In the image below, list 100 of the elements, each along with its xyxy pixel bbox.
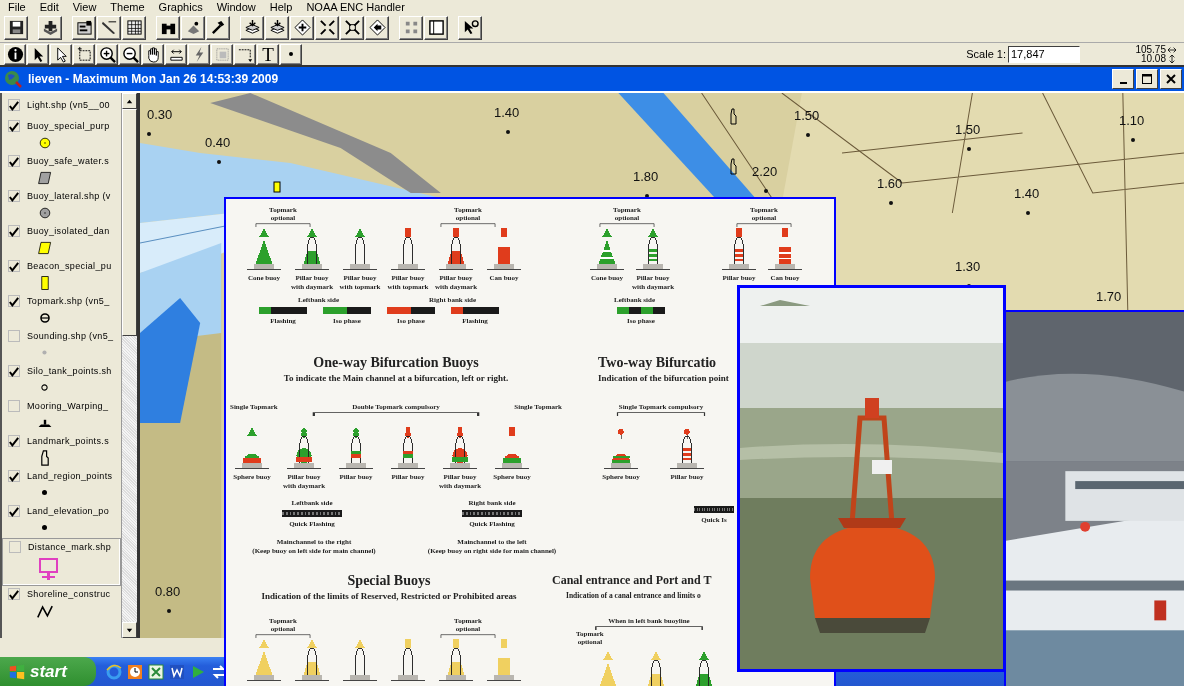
minimize-icon [1119, 82, 1127, 84]
legend-item[interactable]: Light.shp (vn5__00 [2, 97, 121, 118]
coordinate-readout: 10.08 [1140, 54, 1166, 63]
menu-item[interactable]: File [0, 1, 33, 13]
browser-icon[interactable] [106, 663, 122, 680]
buoy-marker-icon [272, 181, 282, 193]
legend-item[interactable]: Shoreline_construc [2, 586, 121, 621]
tool-button[interactable] [50, 43, 72, 65]
scroll-down-button[interactable] [122, 622, 137, 638]
section-subtitle: Indication of the limits of Reserved, Restricted or Prohibited areas [261, 591, 517, 601]
checkbox[interactable] [8, 295, 20, 307]
checkbox[interactable] [9, 541, 21, 553]
tool-button[interactable] [73, 43, 95, 65]
menu-item[interactable]: Graphics [151, 1, 210, 13]
menu-item[interactable]: Theme [103, 1, 152, 13]
tool-button[interactable] [96, 43, 118, 65]
legend-item[interactable]: Silo_tank_points.sh [2, 363, 121, 398]
toolbar-button[interactable] [365, 15, 389, 40]
checkbox[interactable] [8, 120, 20, 132]
toolbar-button[interactable] [72, 15, 96, 40]
toolbar-button[interactable] [315, 15, 339, 40]
tool-button[interactable] [211, 43, 233, 65]
minimize-button[interactable] [1112, 69, 1134, 89]
checkbox[interactable] [8, 470, 20, 482]
checkbox[interactable] [8, 330, 20, 342]
maximize-button[interactable] [1136, 69, 1158, 89]
toolbar-button[interactable] [265, 15, 289, 40]
document-icon[interactable] [169, 663, 185, 680]
menu-item[interactable]: Edit [32, 1, 66, 13]
layer-name: Landmark_points.s [27, 436, 109, 446]
scrollbar[interactable] [121, 93, 137, 638]
text-tool-button[interactable]: T [257, 43, 279, 65]
checkbox[interactable] [8, 400, 20, 412]
toolbar-button[interactable] [399, 15, 423, 40]
scale-field[interactable]: 17,847 [1008, 45, 1080, 63]
toolbar-button[interactable] [4, 15, 28, 40]
tool-button[interactable] [280, 43, 302, 65]
legend-item[interactable]: Buoy_safe_water.s [2, 153, 121, 188]
properties-icon [75, 19, 93, 36]
toolbar-button[interactable] [290, 15, 314, 40]
arrows-icon[interactable] [211, 663, 227, 680]
depth-sounding: 1.40 [1014, 187, 1040, 201]
toolbar-button[interactable] [97, 15, 121, 40]
clock-icon[interactable] [127, 663, 143, 680]
scroll-up-button[interactable] [122, 93, 137, 109]
legend-item[interactable]: Buoy_special_purp [2, 118, 121, 153]
tool-button[interactable] [119, 43, 141, 65]
toolbar-button[interactable] [156, 15, 180, 40]
depth-sounding: 1.30 [955, 260, 981, 274]
start-button[interactable]: start [0, 657, 96, 686]
legend-item[interactable]: Landmark_points.s [2, 433, 121, 468]
menu-item[interactable]: Window [209, 1, 263, 13]
toolbar-button[interactable] [38, 15, 62, 40]
spreadsheet-icon[interactable] [148, 663, 164, 680]
bracket-line [255, 222, 311, 227]
toolbar-button[interactable] [458, 15, 482, 40]
legend-item[interactable]: Sounding.shp (vn5_ [2, 328, 121, 363]
scroll-thumb[interactable] [122, 109, 137, 336]
legend-item[interactable]: Beacon_special_pu [2, 258, 121, 293]
checkbox[interactable] [8, 365, 20, 377]
checkbox[interactable] [8, 260, 20, 272]
checkbox[interactable] [8, 155, 20, 167]
checkbox[interactable] [8, 190, 20, 202]
toolbar-button[interactable] [181, 15, 205, 40]
panel-icon [427, 19, 445, 36]
sounding-dot [217, 160, 221, 164]
legend-item[interactable]: Topmark.shp (vn5_ [2, 293, 121, 328]
sounding-dot [1131, 138, 1135, 142]
tool-button[interactable] [142, 43, 164, 65]
legend-item[interactable]: Land_elevation_po [2, 503, 121, 538]
close-button[interactable] [1160, 69, 1182, 89]
toolbar-button[interactable] [122, 15, 146, 40]
toolbar-button[interactable] [240, 15, 264, 40]
add-layer-icon [41, 19, 59, 36]
menu-item[interactable]: Help [262, 1, 300, 13]
depth-sounding: 1.50 [955, 123, 981, 137]
toolbar-button[interactable] [424, 15, 448, 40]
menu-item[interactable]: NOAA ENC Handler [299, 1, 412, 13]
legend-item[interactable]: Land_region_points [2, 468, 121, 503]
legend-item[interactable]: Buoy_isolated_dan [2, 223, 121, 258]
sounding-dot [167, 609, 171, 613]
legend-item[interactable]: Distance_mark.shp [2, 538, 121, 586]
toolbar-button[interactable] [340, 15, 364, 40]
tool-button[interactable] [234, 43, 256, 65]
tool-button[interactable] [165, 43, 187, 65]
checkbox[interactable] [8, 225, 20, 237]
light-rhythm-bar [282, 510, 342, 517]
legend-item[interactable]: Buoy_lateral.shp (v [2, 188, 121, 223]
tool-button[interactable] [27, 43, 49, 65]
layer-name: Sounding.shp (vn5_ [27, 331, 114, 341]
toolbar-button[interactable] [206, 15, 230, 40]
checkbox[interactable] [8, 99, 20, 111]
tool-button[interactable] [188, 43, 210, 65]
tool-button[interactable] [4, 43, 26, 65]
checkbox[interactable] [8, 435, 20, 447]
legend-item[interactable]: Mooring_Warping_ [2, 398, 121, 433]
bracket-line [599, 222, 655, 227]
checkbox[interactable] [8, 505, 20, 517]
checkbox[interactable] [8, 588, 20, 600]
menu-item[interactable]: View [65, 1, 104, 13]
